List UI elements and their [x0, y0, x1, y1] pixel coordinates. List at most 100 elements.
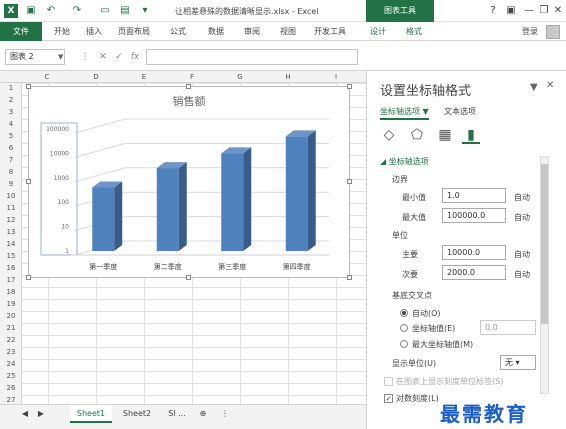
row-header[interactable]: 26 — [0, 382, 22, 394]
tab-data[interactable]: 数据 — [208, 22, 224, 41]
resize-handle[interactable] — [26, 179, 31, 184]
row-header[interactable]: 13 — [0, 226, 22, 238]
row-header[interactable]: 9 — [0, 178, 22, 190]
insert-function-icon[interactable]: fx — [128, 49, 142, 65]
column-header[interactable]: D — [72, 71, 120, 83]
tab-insert[interactable]: 插入 — [86, 22, 102, 41]
axis-options-section[interactable]: ◢ 坐标轴选项 — [380, 156, 429, 167]
bar[interactable] — [156, 168, 179, 251]
row-header[interactable]: 20 — [0, 310, 22, 322]
tab-review[interactable]: 审阅 — [244, 22, 260, 41]
formula-input[interactable] — [146, 49, 358, 65]
row-header[interactable]: 15 — [0, 250, 22, 262]
bar[interactable] — [285, 136, 308, 251]
row-header[interactable]: 6 — [0, 142, 22, 154]
bar[interactable] — [92, 187, 115, 251]
chevron-down-icon[interactable]: ▼ — [58, 49, 63, 65]
row-header[interactable]: 21 — [0, 322, 22, 334]
chart-title[interactable]: 销售额 — [173, 94, 206, 108]
column-header[interactable]: F — [168, 71, 216, 83]
row-header[interactable]: 2 — [0, 94, 22, 106]
column-header[interactable]: E — [120, 71, 168, 83]
bar[interactable] — [221, 153, 244, 251]
row-header[interactable]: 8 — [0, 166, 22, 178]
row-header[interactable]: 19 — [0, 298, 22, 310]
pane-close-icon[interactable]: ✕ — [546, 80, 554, 91]
row-header[interactable]: 18 — [0, 286, 22, 298]
major-auto-button[interactable]: 自动 — [514, 249, 530, 260]
undo-icon[interactable]: ↶ — [44, 4, 58, 18]
resize-handle[interactable] — [347, 275, 352, 280]
tab-design[interactable]: 设计 — [370, 22, 386, 41]
prev-sheet-icon[interactable]: ◀ — [18, 405, 32, 423]
tab-view[interactable]: 视图 — [280, 22, 296, 41]
row-header[interactable]: 22 — [0, 334, 22, 346]
resize-handle[interactable] — [26, 84, 31, 89]
minor-input[interactable]: 2000.0 — [442, 265, 506, 280]
minor-auto-button[interactable]: 自动 — [514, 269, 530, 280]
tab-text-options[interactable]: 文本选项 — [444, 106, 476, 117]
size-properties-icon[interactable]: ▦ — [436, 126, 454, 144]
row-header[interactable]: 17 — [0, 274, 22, 286]
chart[interactable]: 销售额 100000 10000 1000 100 10 1 第一季度 第二季度 第三季度 第四季度 — [28, 86, 350, 278]
resize-handle[interactable] — [347, 179, 352, 184]
major-input[interactable]: 10000.0 — [442, 245, 506, 260]
tab-formulas[interactable]: 公式 — [170, 22, 186, 41]
row-header[interactable]: 14 — [0, 238, 22, 250]
customize-qat-icon[interactable]: ▾ — [138, 4, 152, 18]
maximum-auto-button[interactable]: 自动 — [514, 212, 530, 223]
tab-home[interactable]: 开始 — [54, 22, 70, 41]
print-icon[interactable]: ▤ — [118, 4, 132, 18]
tab-file[interactable]: 文件 — [0, 22, 42, 41]
tab-developer[interactable]: 开发工具 — [314, 22, 346, 41]
resize-handle[interactable] — [26, 275, 31, 280]
resize-handle[interactable] — [186, 275, 191, 280]
cancel-icon[interactable]: ✕ — [96, 49, 110, 65]
fill-icon[interactable]: ◇ — [380, 126, 398, 144]
row-header[interactable]: 11 — [0, 202, 22, 214]
row-header[interactable]: 3 — [0, 106, 22, 118]
row-header[interactable]: 16 — [0, 262, 22, 274]
cross-auto-radio[interactable] — [400, 309, 408, 317]
column-header[interactable]: H — [264, 71, 312, 83]
name-box[interactable]: 图表 2 — [5, 49, 65, 65]
sheet-tab-sheet2[interactable]: Sheet2 — [116, 405, 158, 423]
add-sheet-icon[interactable]: ⊕ — [196, 405, 210, 423]
minimum-input[interactable]: 1.0 — [442, 188, 506, 203]
row-header[interactable]: 7 — [0, 154, 22, 166]
resize-handle[interactable] — [347, 84, 352, 89]
pane-scrollbar-thumb[interactable] — [541, 164, 548, 324]
close-button[interactable]: ✕ — [549, 4, 566, 18]
sheet-tab-sheet1[interactable]: Sheet1 — [70, 405, 112, 423]
cross-max-radio[interactable] — [400, 340, 408, 348]
display-units-select[interactable]: 无 ▾ — [500, 355, 536, 370]
column-header[interactable]: G — [216, 71, 264, 83]
row-header[interactable]: 1 — [0, 82, 22, 94]
avatar[interactable] — [546, 25, 560, 39]
selected-axis-box[interactable] — [40, 122, 78, 256]
column-header[interactable]: C — [22, 71, 72, 83]
tab-format[interactable]: 格式 — [406, 22, 422, 41]
row-header[interactable]: 5 — [0, 130, 22, 142]
axis-options-bar-icon[interactable]: ▮ — [462, 126, 480, 144]
row-header[interactable]: 23 — [0, 346, 22, 358]
minimum-auto-button[interactable]: 自动 — [514, 192, 530, 203]
cross-value-radio[interactable] — [400, 324, 408, 332]
sheet-tab-more[interactable]: Sl ... — [162, 405, 192, 423]
row-header[interactable]: 25 — [0, 370, 22, 382]
next-sheet-icon[interactable]: ▶ — [34, 405, 48, 423]
row-header[interactable]: 24 — [0, 358, 22, 370]
enter-icon[interactable]: ✓ — [112, 49, 126, 65]
tab-axis-options[interactable]: 坐标轴选项 ▼ — [380, 106, 429, 120]
maximum-input[interactable]: 100000.0 — [442, 208, 506, 223]
save-icon[interactable]: ▣ — [24, 4, 38, 18]
column-header[interactable]: I — [312, 71, 360, 83]
row-header[interactable]: 4 — [0, 118, 22, 130]
show-units-checkbox[interactable] — [384, 377, 393, 386]
open-folder-icon[interactable]: ▭ — [98, 4, 112, 18]
cross-value-input[interactable]: 0.0 — [480, 320, 536, 335]
shape-effects-icon[interactable]: ⬠ — [408, 126, 426, 144]
help-button[interactable]: ? — [484, 4, 502, 18]
resize-handle[interactable] — [186, 84, 191, 89]
row-header[interactable]: 12 — [0, 214, 22, 226]
